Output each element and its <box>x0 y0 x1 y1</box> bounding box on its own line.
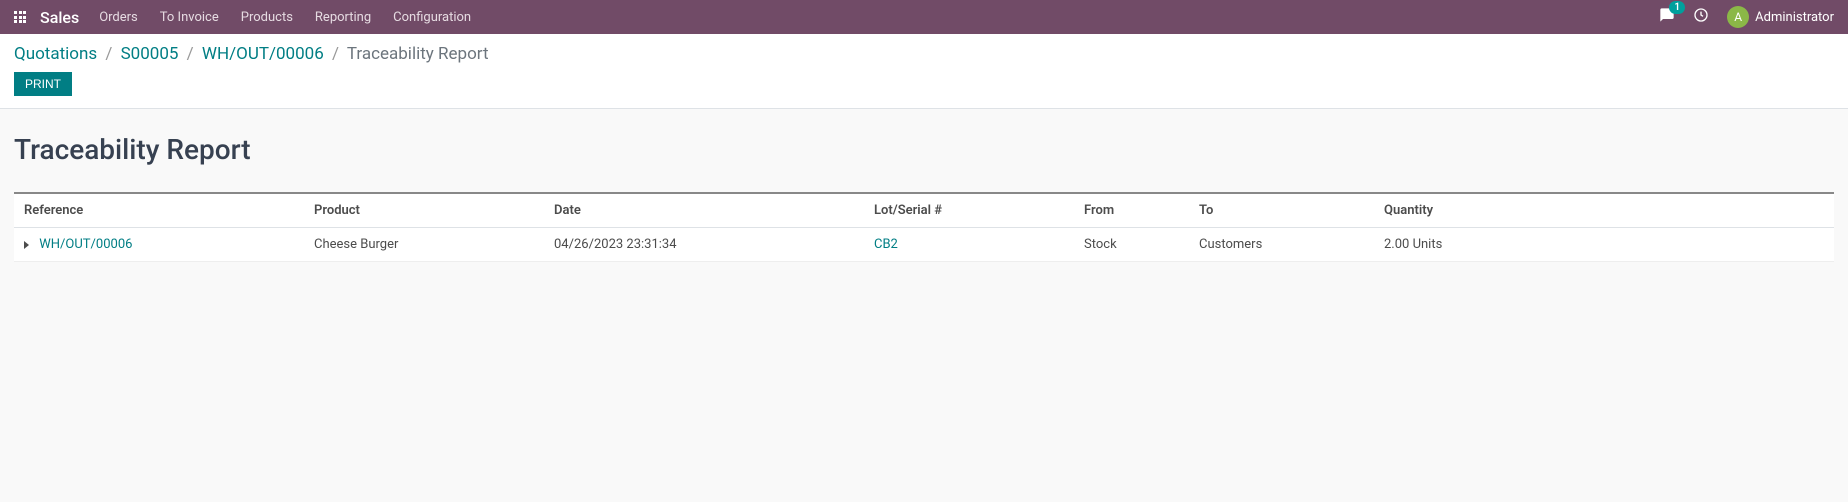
menu-to-invoice[interactable]: To Invoice <box>160 10 219 25</box>
print-button[interactable]: PRINT <box>14 72 72 96</box>
menu-configuration[interactable]: Configuration <box>393 10 471 25</box>
chat-badge: 1 <box>1669 1 1685 14</box>
breadcrumb: Quotations / S00005 / WH/OUT/00006 / Tra… <box>14 44 1834 64</box>
cell-lot: CB2 <box>864 228 1074 262</box>
menu-orders[interactable]: Orders <box>99 10 138 25</box>
cell-to: Customers <box>1189 228 1374 262</box>
table-row[interactable]: WH/OUT/00006 Cheese Burger 04/26/2023 23… <box>14 228 1834 262</box>
breadcrumb-whout00006[interactable]: WH/OUT/00006 <box>202 44 324 64</box>
menu-reporting[interactable]: Reporting <box>315 10 371 25</box>
caret-right-icon[interactable] <box>24 241 29 249</box>
breadcrumb-quotations[interactable]: Quotations <box>14 44 97 64</box>
col-quantity: Quantity <box>1374 193 1834 228</box>
col-to: To <box>1189 193 1374 228</box>
menu-products[interactable]: Products <box>241 10 293 25</box>
apps-icon[interactable] <box>14 11 26 23</box>
table-header-row: Reference Product Date Lot/Serial # From… <box>14 193 1834 228</box>
page-title: Traceability Report <box>14 133 1834 166</box>
username: Administrator <box>1755 10 1834 25</box>
reference-link[interactable]: WH/OUT/00006 <box>39 237 132 252</box>
clock-icon[interactable] <box>1693 7 1709 27</box>
content-area: Traceability Report Reference Product Da… <box>0 109 1848 286</box>
app-brand[interactable]: Sales <box>40 8 79 27</box>
breadcrumb-separator: / <box>332 44 339 64</box>
cell-quantity: 2.00 Units <box>1374 228 1834 262</box>
col-date: Date <box>544 193 864 228</box>
col-from: From <box>1074 193 1189 228</box>
chat-icon[interactable]: 1 <box>1659 7 1675 27</box>
control-panel: Quotations / S00005 / WH/OUT/00006 / Tra… <box>0 34 1848 109</box>
cell-date: 04/26/2023 23:31:34 <box>544 228 864 262</box>
avatar: A <box>1727 6 1749 28</box>
breadcrumb-current: Traceability Report <box>347 44 489 64</box>
top-navbar: Sales Orders To Invoice Products Reporti… <box>0 0 1848 34</box>
breadcrumb-separator: / <box>105 44 112 64</box>
col-lot: Lot/Serial # <box>864 193 1074 228</box>
lot-link[interactable]: CB2 <box>874 237 898 252</box>
breadcrumb-s00005[interactable]: S00005 <box>121 44 179 64</box>
user-menu[interactable]: A Administrator <box>1727 6 1834 28</box>
cell-reference: WH/OUT/00006 <box>14 228 304 262</box>
col-product: Product <box>304 193 544 228</box>
cell-product: Cheese Burger <box>304 228 544 262</box>
cell-from: Stock <box>1074 228 1189 262</box>
col-reference: Reference <box>14 193 304 228</box>
traceability-table: Reference Product Date Lot/Serial # From… <box>14 192 1834 262</box>
breadcrumb-separator: / <box>187 44 194 64</box>
